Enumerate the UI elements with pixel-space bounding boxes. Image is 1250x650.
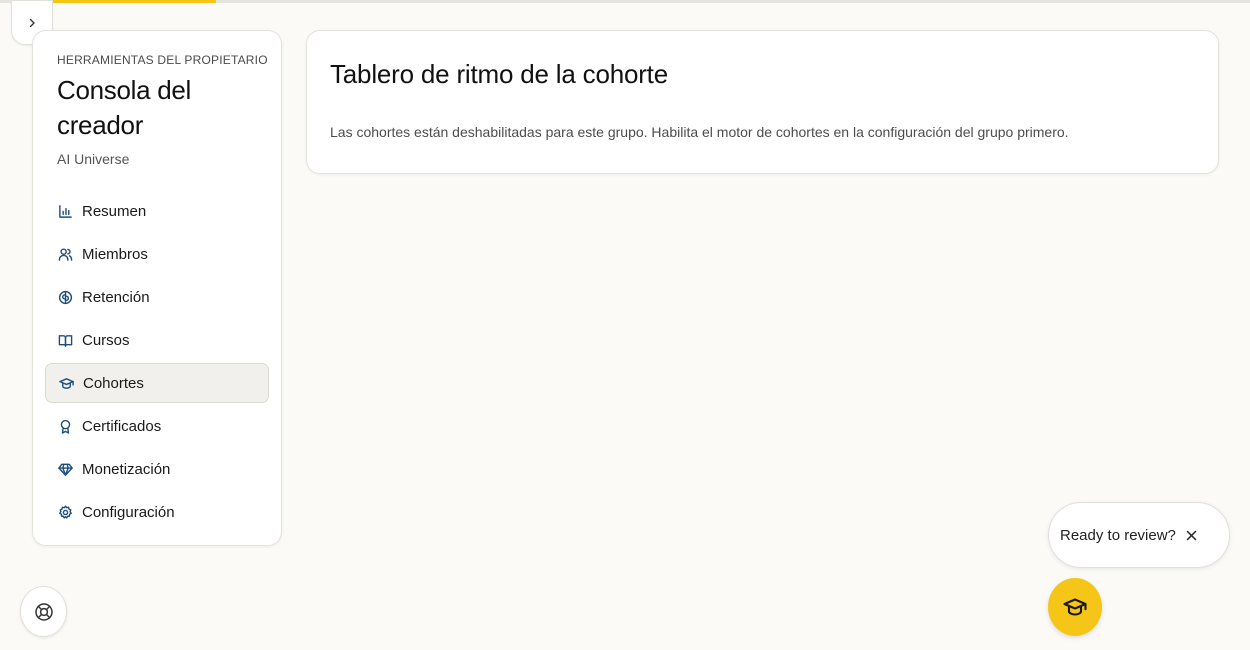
graduation-cap-icon (1063, 598, 1087, 616)
users-icon (57, 246, 73, 262)
sidebar-item-label: Configuración (82, 503, 175, 521)
cohort-pace-card: Tablero de ritmo de la cohorte Las cohor… (306, 30, 1219, 174)
sidebar-title: Consola del creador (57, 75, 192, 140)
cohorts-disabled-message: Las cohortes están deshabilitadas para e… (330, 124, 1069, 140)
gear-icon (57, 504, 73, 520)
bar-chart-icon (57, 203, 73, 219)
review-prompt-label[interactable]: Ready to review? (1060, 527, 1176, 544)
academy-fab-button[interactable] (1048, 578, 1102, 636)
sidebar-nav: Resumen Miembros Retención Cursos Cohort… (45, 191, 269, 532)
group-name: AI Universe (57, 151, 130, 167)
sidebar-item-resumen[interactable]: Resumen (45, 191, 269, 231)
sidebar-item-label: Cursos (82, 331, 130, 349)
graduation-cap-icon (58, 375, 74, 391)
sidebar: HERRAMIENTAS DEL PROPIETARIO Consola del… (32, 30, 282, 546)
sidebar-item-miembros[interactable]: Miembros (45, 234, 269, 274)
sidebar-item-cohortes[interactable]: Cohortes (45, 363, 269, 403)
sidebar-eyebrow: HERRAMIENTAS DEL PROPIETARIO (57, 53, 268, 67)
sidebar-item-configuracion[interactable]: Configuración (45, 492, 269, 532)
review-prompt: Ready to review? (1048, 502, 1230, 568)
sidebar-item-label: Monetización (82, 460, 171, 478)
sidebar-item-certificados[interactable]: Certificados (45, 406, 269, 446)
sidebar-item-label: Certificados (82, 417, 162, 435)
brain-icon (57, 289, 73, 305)
sidebar-item-retencion[interactable]: Retención (45, 277, 269, 317)
sidebar-item-label: Retención (82, 288, 150, 306)
book-open-icon (57, 332, 73, 348)
sidebar-item-monetizacion[interactable]: Monetización (45, 449, 269, 489)
page-title: Tablero de ritmo de la cohorte (330, 59, 668, 89)
close-review-button[interactable] (1183, 527, 1199, 543)
sidebar-item-cursos[interactable]: Cursos (45, 320, 269, 360)
sidebar-item-label: Resumen (82, 202, 147, 220)
sidebar-item-label: Miembros (82, 245, 148, 263)
award-icon (57, 418, 73, 434)
gem-icon (57, 461, 73, 477)
help-button[interactable] (20, 586, 67, 637)
sidebar-item-label: Cohortes (83, 374, 144, 392)
close-icon (1186, 530, 1196, 540)
chevron-right-icon (29, 18, 35, 27)
lifebuoy-icon (34, 602, 53, 621)
